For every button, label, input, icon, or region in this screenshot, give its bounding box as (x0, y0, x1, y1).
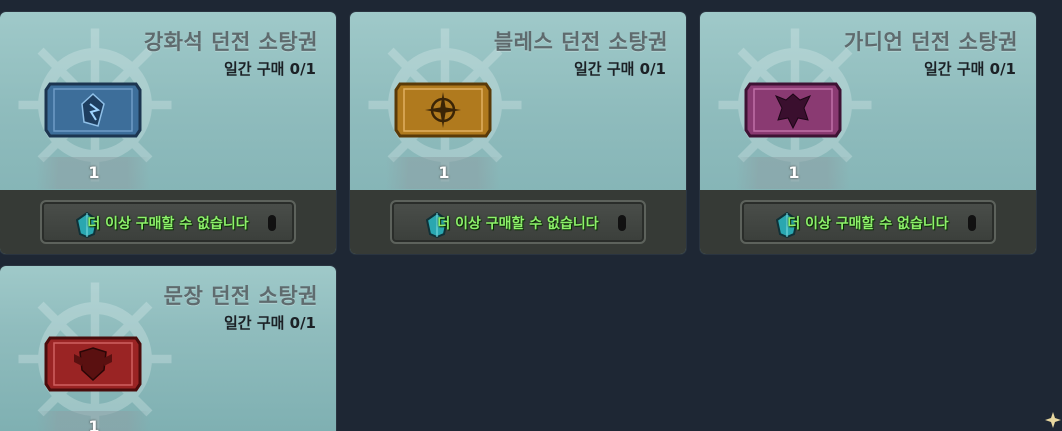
item-title: 가디언 던전 소탕권 (843, 30, 1018, 54)
daily-purchase-limit: 일간 구매 0/1 (224, 314, 316, 332)
daily-purchase-limit: 일간 구매 0/1 (574, 60, 666, 78)
item-quantity: 1 (788, 163, 800, 182)
item-quantity: 1 (438, 163, 450, 182)
price-indicator (268, 215, 276, 231)
enhancement-stone-ticket-icon (44, 82, 142, 138)
item-title: 강화석 던전 소탕권 (143, 30, 318, 54)
shop-grid: 강화석 던전 소탕권 일간 구매 0/1 1 더 이상 구매할 수 없습니다 블… (0, 0, 1062, 431)
daily-purchase-limit: 일간 구매 0/1 (224, 60, 316, 78)
purchase-button[interactable]: 더 이상 구매할 수 없습니다 (390, 200, 646, 244)
item-quantity: 1 (88, 163, 100, 182)
purchase-button-label: 더 이상 구매할 수 없습니다 (87, 216, 249, 232)
item-title: 문장 던전 소탕권 (163, 284, 318, 308)
purchase-button-label: 더 이상 구매할 수 없습니다 (787, 216, 949, 232)
purchase-button-label: 더 이상 구매할 수 없습니다 (437, 216, 599, 232)
item-quantity: 1 (88, 417, 100, 431)
purchase-button[interactable]: 더 이상 구매할 수 없습니다 (40, 200, 296, 244)
purchase-button[interactable]: 더 이상 구매할 수 없습니다 (740, 200, 996, 244)
card-footer: 더 이상 구매할 수 없습니다 (0, 190, 336, 254)
price-indicator (968, 215, 976, 231)
card-footer: 더 이상 구매할 수 없습니다 (700, 190, 1036, 254)
shop-item-card-bless[interactable]: 블레스 던전 소탕권 일간 구매 0/1 1 더 이상 구매할 수 없습니다 (350, 12, 686, 254)
dragon-ticket-icon (744, 82, 842, 138)
item-title: 블레스 던전 소탕권 (493, 30, 668, 54)
price-indicator (618, 215, 626, 231)
compass-ticket-icon (394, 82, 492, 138)
shop-item-card-guardian[interactable]: 가디언 던전 소탕권 일간 구매 0/1 1 더 이상 구매할 수 없습니다 (700, 12, 1036, 254)
daily-purchase-limit: 일간 구매 0/1 (924, 60, 1016, 78)
sparkle-icon (1045, 412, 1061, 428)
shop-item-card-crest[interactable]: 문장 던전 소탕권 일간 구매 0/1 1 (0, 266, 336, 431)
crest-shield-ticket-icon (44, 336, 142, 392)
card-footer: 더 이상 구매할 수 없습니다 (350, 190, 686, 254)
shop-item-card-enhancement[interactable]: 강화석 던전 소탕권 일간 구매 0/1 1 더 이상 구매할 수 없습니다 (0, 12, 336, 254)
